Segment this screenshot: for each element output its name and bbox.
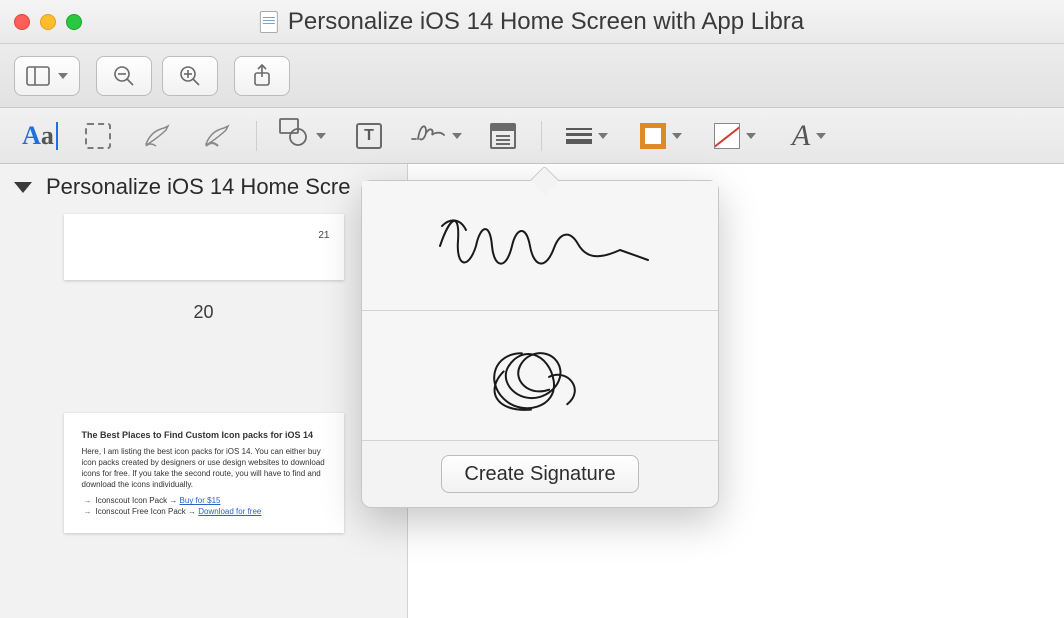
sidebar-view-button[interactable] bbox=[14, 56, 80, 96]
disclosure-triangle-icon bbox=[14, 182, 32, 193]
page-number-label: 20 bbox=[193, 302, 213, 323]
text-style-button[interactable]: Aa bbox=[8, 108, 68, 164]
draw-button[interactable] bbox=[188, 108, 248, 164]
fill-color-button[interactable] bbox=[698, 108, 772, 164]
line-weight-icon bbox=[566, 128, 592, 144]
text-style-icon: A bbox=[22, 121, 41, 150]
window-traffic-lights bbox=[14, 14, 82, 30]
document-icon bbox=[260, 11, 278, 33]
share-button[interactable] bbox=[234, 56, 290, 96]
chevron-down-icon bbox=[58, 73, 68, 79]
toolbar-separator bbox=[541, 121, 542, 151]
create-signature-button[interactable]: Create Signature bbox=[441, 455, 638, 493]
chevron-down-icon bbox=[452, 133, 462, 139]
thumbnail-sidebar: Personalize iOS 14 Home Scre 21 20 The B… bbox=[0, 164, 408, 618]
chevron-down-icon bbox=[816, 133, 826, 139]
signature-popover: Create Signature bbox=[361, 180, 719, 508]
chevron-down-icon bbox=[598, 133, 608, 139]
fill-color-swatch-icon bbox=[714, 123, 740, 149]
font-style-button[interactable]: A bbox=[772, 108, 846, 164]
popover-footer: Create Signature bbox=[362, 441, 718, 507]
thumb-link: Buy for $15 bbox=[180, 496, 221, 505]
chevron-down-icon bbox=[316, 133, 326, 139]
sign-button[interactable] bbox=[399, 108, 473, 164]
thumbnail-list: 21 20 The Best Places to Find Custom Ico… bbox=[0, 210, 407, 618]
draw-icon bbox=[204, 124, 232, 148]
border-color-button[interactable] bbox=[624, 108, 698, 164]
sidebar-icon bbox=[26, 66, 50, 86]
zoom-in-icon bbox=[178, 64, 202, 88]
shapes-icon bbox=[278, 117, 310, 154]
thumbnail-page-indicator: 21 bbox=[318, 230, 329, 241]
window-title-text: Personalize iOS 14 Home Screen with App … bbox=[288, 8, 804, 36]
shapes-button[interactable] bbox=[265, 108, 339, 164]
markup-toolbar: Aa T A bbox=[0, 108, 1064, 164]
thumb-list-item: Iconscout Icon Pack → Buy for $15 bbox=[96, 496, 326, 507]
line-weight-button[interactable] bbox=[550, 108, 624, 164]
font-icon: A bbox=[792, 119, 810, 153]
toolbar-separator bbox=[256, 121, 257, 151]
saved-signature-item[interactable] bbox=[362, 181, 718, 311]
thumb-list-item: Iconscout Free Icon Pack → Download for … bbox=[96, 507, 326, 518]
close-window-button[interactable] bbox=[14, 14, 30, 30]
thumb-body: Here, I am listing the best icon packs f… bbox=[82, 447, 326, 490]
textbox-icon: T bbox=[356, 123, 382, 149]
signature-preview-icon bbox=[420, 196, 660, 296]
signature-icon bbox=[410, 119, 446, 152]
note-icon bbox=[490, 123, 516, 149]
window-title: Personalize iOS 14 Home Screen with App … bbox=[260, 8, 804, 36]
share-icon bbox=[252, 64, 272, 88]
sketch-icon bbox=[144, 124, 172, 148]
sidebar-header[interactable]: Personalize iOS 14 Home Scre bbox=[0, 164, 407, 210]
signature-preview-icon bbox=[460, 326, 620, 426]
zoom-out-button[interactable] bbox=[96, 56, 152, 96]
saved-signature-item[interactable] bbox=[362, 311, 718, 441]
note-button[interactable] bbox=[473, 108, 533, 164]
selection-icon bbox=[85, 123, 111, 149]
page-thumbnail[interactable]: The Best Places to Find Custom Icon pack… bbox=[64, 413, 344, 533]
fullscreen-window-button[interactable] bbox=[66, 14, 82, 30]
create-signature-label: Create Signature bbox=[464, 463, 615, 486]
zoom-out-icon bbox=[112, 64, 136, 88]
chevron-down-icon bbox=[672, 133, 682, 139]
window-titlebar: Personalize iOS 14 Home Screen with App … bbox=[0, 0, 1064, 44]
main-toolbar bbox=[0, 44, 1064, 108]
sidebar-doc-title: Personalize iOS 14 Home Scre bbox=[46, 174, 350, 200]
thumb-heading: The Best Places to Find Custom Icon pack… bbox=[82, 429, 326, 441]
border-color-swatch-icon bbox=[640, 123, 666, 149]
thumb-link: Download for free bbox=[198, 507, 261, 516]
sketch-button[interactable] bbox=[128, 108, 188, 164]
rectangular-selection-button[interactable] bbox=[68, 108, 128, 164]
chevron-down-icon bbox=[746, 133, 756, 139]
page-thumbnail[interactable]: 21 bbox=[64, 214, 344, 280]
minimize-window-button[interactable] bbox=[40, 14, 56, 30]
textbox-button[interactable]: T bbox=[339, 108, 399, 164]
zoom-in-button[interactable] bbox=[162, 56, 218, 96]
